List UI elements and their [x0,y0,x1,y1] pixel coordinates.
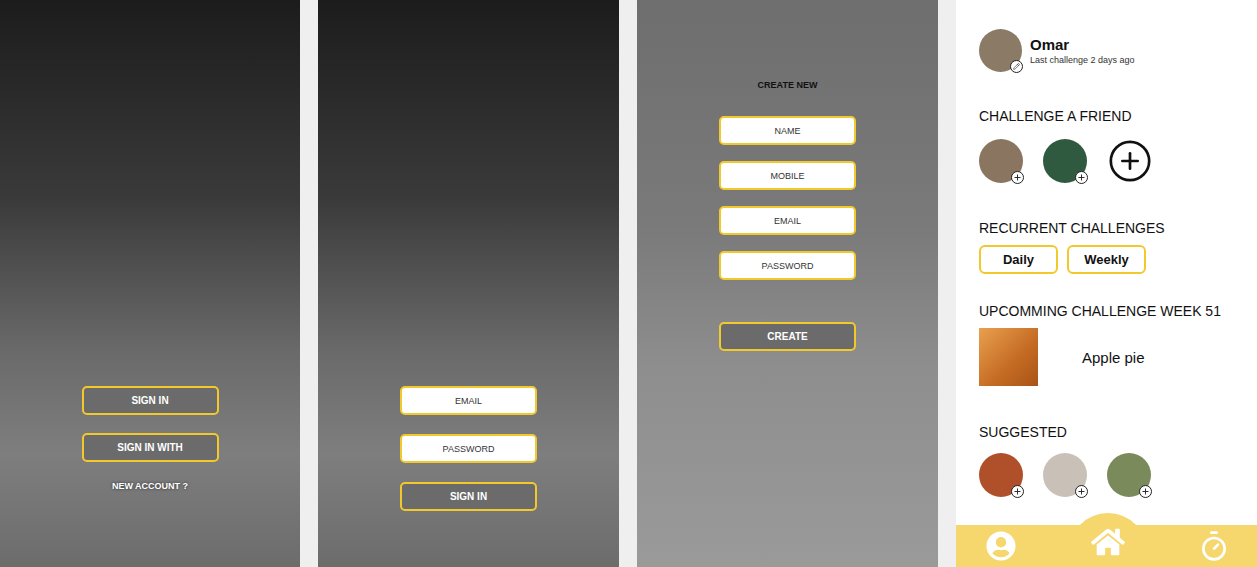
dish-name: Apple pie [1082,349,1145,366]
friends-row [979,138,1237,184]
welcome-screen: SIGN IN SIGN IN WITH NEW ACCOUNT ? [0,0,300,567]
nav-item[interactable] [1069,513,1147,567]
recurrent-chip[interactable]: Daily [979,245,1058,274]
plus-icon [1077,173,1086,182]
section-title: SUGGESTED [979,424,1237,440]
home-screen: Omar Last challenge 2 days ago CHALLENGE A… [956,0,1257,567]
input-field[interactable]: MOBILE [719,161,856,190]
stopwatch-icon [1198,530,1230,562]
nav-item[interactable] [984,529,1018,563]
plus-circle-icon [1107,138,1153,184]
add-friend-button[interactable] [1107,138,1153,184]
suggested-row [979,453,1237,497]
section-title: CHALLENGE A FRIEND [979,108,1237,124]
input-field[interactable]: NAME [719,116,856,145]
home-icon [1091,525,1125,559]
badge[interactable] [1139,485,1152,498]
plus-icon [1077,487,1086,496]
create-account-screen: CREATE NEW NAME MOBILE EMAIL PASSWORD CREATE [637,0,938,567]
recurrent-chip[interactable]: Weekly [1067,245,1146,274]
nav-item[interactable] [1197,529,1231,563]
suggested-avatar[interactable] [1043,453,1087,497]
profile-subtitle: Last challenge 2 days ago [1030,55,1135,65]
section-title: UPCOMMING CHALLENGE WEEK 51 [979,303,1237,319]
sign-in-button[interactable]: SIGN IN [400,482,537,511]
dish-photo [979,328,1038,386]
upcoming-challenge[interactable]: Apple pie [979,328,1237,386]
suggested-avatar[interactable] [1107,453,1151,497]
section-title: RECURRENT CHALLENGES [979,220,1237,236]
recurrent-chips: Daily Weekly [979,245,1237,274]
plus-icon [1013,487,1022,496]
profile-info: Omar Last challenge 2 days ago [1030,36,1135,65]
auth-button[interactable]: SIGN IN [82,386,219,415]
new-account-link[interactable]: NEW ACCOUNT ? [112,481,188,491]
profile-name: Omar [1030,36,1135,53]
create-button[interactable]: CREATE [719,322,856,351]
badge[interactable] [1075,485,1088,498]
screens: SIGN IN SIGN IN WITH NEW ACCOUNT ? EMAIL PAS… [0,0,1257,567]
screen-title: CREATE NEW [758,80,818,90]
badge[interactable] [1010,60,1023,73]
input-field[interactable]: PASSWORD [400,434,537,463]
badge[interactable] [1011,485,1024,498]
input-field[interactable]: EMAIL [400,386,537,415]
bottom-nav [956,525,1257,567]
user-icon [986,531,1016,561]
home-content: Omar Last challenge 2 days ago CHALLENGE A… [956,0,1257,525]
input-field[interactable]: EMAIL [719,206,856,235]
friend-avatar[interactable] [979,139,1023,183]
plus-icon [1013,173,1022,182]
plus-icon [1141,487,1150,496]
profile-avatar[interactable] [979,29,1022,72]
suggested-avatar[interactable] [979,453,1023,497]
edit-icon [1013,63,1020,70]
auth-button[interactable]: SIGN IN WITH [82,433,219,462]
friend-avatar[interactable] [1043,139,1087,183]
profile-row: Omar Last challenge 2 days ago [979,29,1237,72]
badge[interactable] [1011,171,1024,184]
badge[interactable] [1075,171,1088,184]
sign-in-screen: EMAIL PASSWORD SIGN IN [318,0,619,567]
input-field[interactable]: PASSWORD [719,251,856,280]
